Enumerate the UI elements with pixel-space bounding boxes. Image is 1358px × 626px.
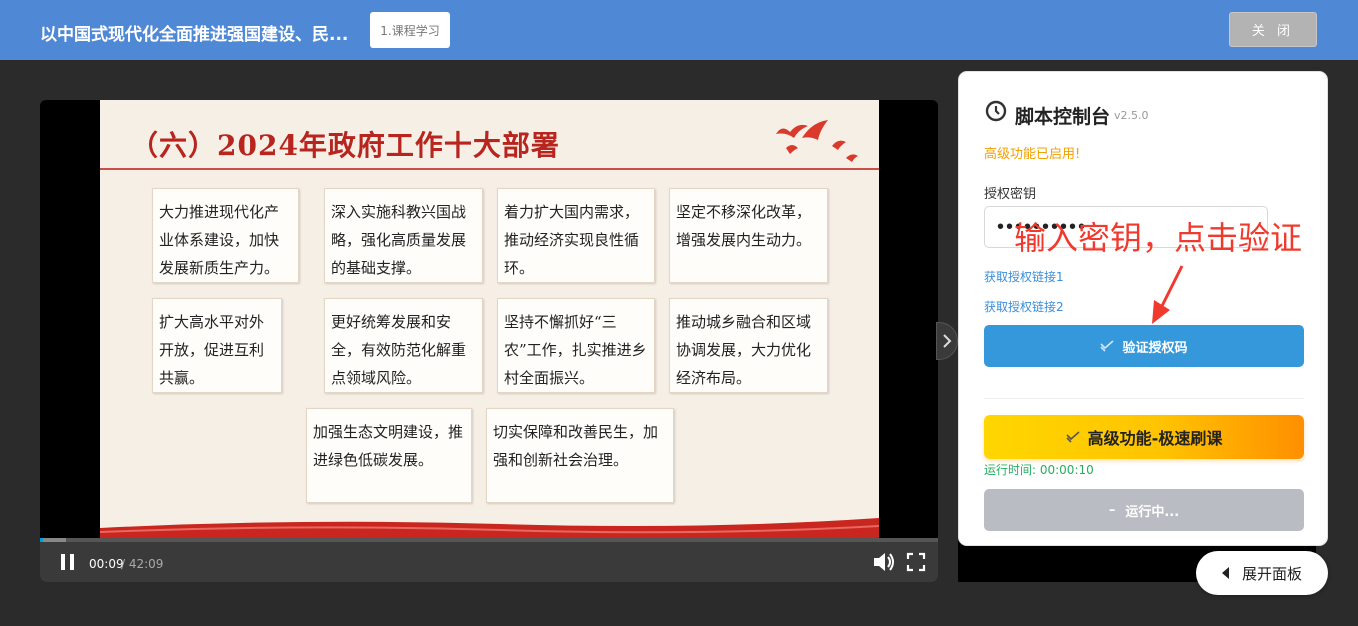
fast-course-button[interactable]: 高级功能-极速刷课: [984, 415, 1304, 459]
pause-icon[interactable]: [58, 552, 78, 572]
running-label: 运行中...: [1125, 504, 1180, 520]
panel-title: 脚本控制台: [1015, 106, 1111, 128]
caret-left-icon: [1221, 567, 1229, 579]
current-time: 00:09: [89, 557, 124, 571]
slide-card: 深入实施科教兴国战略，强化高质量发展的基础支撑。: [324, 188, 483, 283]
slide-card: 更好统筹发展和安全，有效防范化解重点领域风险。: [324, 298, 483, 393]
slide-card: 加强生态文明建设，推进绿色低碳发展。: [306, 408, 472, 503]
slide-card: 坚定不移深化改革，增强发展内生动力。: [669, 188, 828, 283]
slide-card: 坚持不懈抓好“三农”工作，扎实推进乡村全面振兴。: [497, 298, 655, 393]
verify-license-label: 验证授权码: [1122, 340, 1188, 356]
check-icon: [1100, 340, 1115, 352]
slide-card: 扩大高水平对外开放，促进互利共赢。: [152, 298, 282, 393]
slide-divider: [100, 168, 879, 170]
slide-card: 推动城乡融合和区域协调发展，大力优化经济布局。: [669, 298, 828, 393]
player-controls: 00:09 / 42:09: [40, 542, 938, 582]
slide-card: 切实保障和改善民生，加强和创新社会治理。: [486, 408, 674, 503]
annotation-text: 输入密钥，点击验证: [1014, 219, 1303, 257]
volume-icon[interactable]: [872, 551, 896, 573]
slide-title: （六）2024年政府工作十大部署: [130, 129, 560, 162]
get-license-link-1[interactable]: 获取授权链接1: [984, 268, 1064, 285]
birds-icon: [776, 120, 858, 162]
slide-frame: （六）2024年政府工作十大部署 大力推进现代化产业体系建设，加快发展新质生产力…: [100, 100, 879, 540]
dash-icon: –: [1108, 502, 1116, 518]
get-license-link-2[interactable]: 获取授权链接2: [984, 298, 1064, 315]
expand-panel-label: 展开面板: [1241, 564, 1302, 583]
license-key-label: 授权密钥: [984, 187, 1037, 202]
red-ribbon-decoration: [100, 518, 879, 540]
close-button[interactable]: 关 闭: [1229, 12, 1317, 47]
fast-course-label: 高级功能-极速刷课: [1087, 429, 1223, 448]
total-time: / 42:09: [121, 557, 164, 571]
video-player[interactable]: （六）2024年政府工作十大部署 大力推进现代化产业体系建设，加快发展新质生产力…: [40, 100, 938, 582]
chevron-right-icon: [943, 334, 952, 348]
slide-card: 着力扩大国内需求，推动经济实现良性循环。: [497, 188, 655, 283]
running-button[interactable]: – 运行中...: [984, 489, 1304, 531]
panel-version: v2.5.0: [1114, 109, 1149, 122]
slide-card: 大力推进现代化产业体系建设，加快发展新质生产力。: [152, 188, 299, 283]
clock-icon: [985, 100, 1007, 122]
check-icon: [1066, 431, 1080, 443]
annotation-arrow-icon: [1152, 265, 1184, 324]
expand-panel-button[interactable]: 展开面板: [1196, 551, 1328, 595]
fullscreen-icon[interactable]: [906, 552, 926, 572]
tab-course-study[interactable]: 1.课程学习: [370, 12, 450, 48]
run-time: 运行时间: 00:00:10: [984, 463, 1094, 477]
collapse-handle[interactable]: [936, 322, 958, 360]
advanced-enabled-note: 高级功能已启用!: [984, 147, 1081, 162]
verify-license-button[interactable]: 验证授权码: [984, 325, 1304, 367]
panel-divider: [984, 398, 1304, 399]
course-title: 以中国式现代化全面推进强国建设、民...: [40, 25, 349, 45]
top-bar: 以中国式现代化全面推进强国建设、民... 1.课程学习 关 闭: [0, 0, 1358, 60]
